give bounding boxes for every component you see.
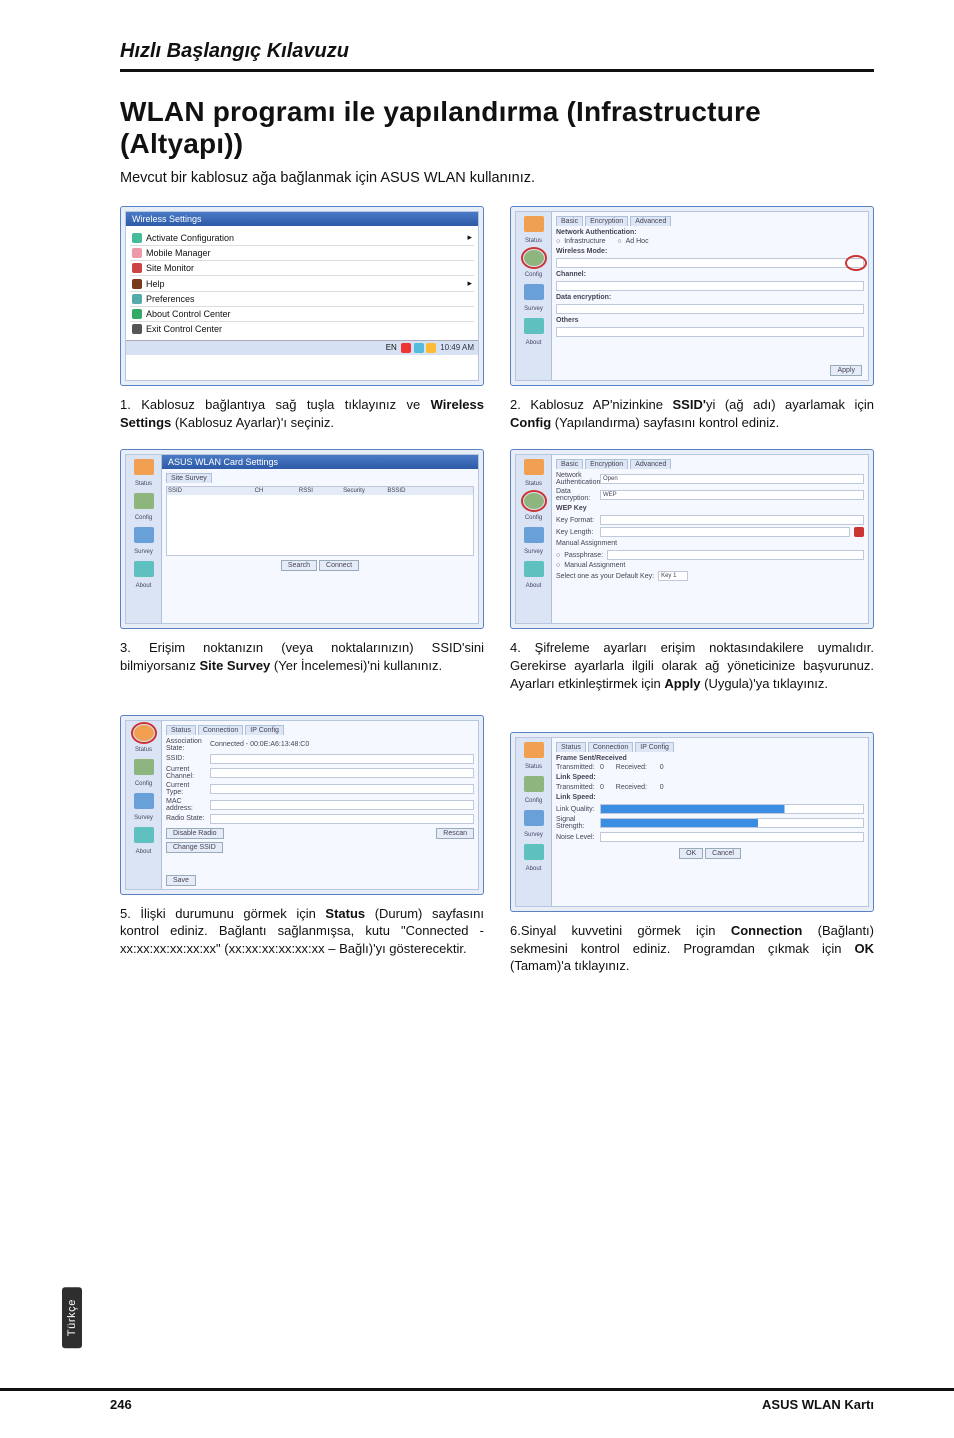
- side-status-icon[interactable]: [134, 459, 154, 475]
- keylen-select[interactable]: [600, 527, 850, 537]
- step3-text: 3. Erişim noktanızın (veya noktalarınızı…: [120, 639, 484, 674]
- tab-encryption[interactable]: Encryption: [585, 216, 628, 226]
- side-about-icon[interactable]: [524, 561, 544, 577]
- keyformat-select[interactable]: [600, 515, 864, 525]
- side-status-icon[interactable]: [134, 725, 154, 741]
- screenshot-site-survey: Status Config Survey About ASUS WLAN Car…: [120, 449, 484, 629]
- tray-icon[interactable]: [414, 343, 424, 353]
- ok-button[interactable]: OK: [679, 848, 703, 859]
- channel-select[interactable]: [556, 281, 864, 291]
- screenshot-config: Status Config Survey About Basic Encrypt…: [510, 206, 874, 386]
- lock-icon: [854, 527, 864, 537]
- side-survey-icon[interactable]: [134, 793, 154, 809]
- tab-ipconfig[interactable]: IP Config: [245, 725, 284, 735]
- side-survey-icon[interactable]: [524, 284, 544, 300]
- netauth-select[interactable]: Open: [600, 474, 864, 484]
- signal-strength-bar: [600, 818, 864, 828]
- side-status-icon[interactable]: [524, 459, 544, 475]
- main-title: WLAN programı ile yapılandırma (Infrastr…: [120, 96, 874, 160]
- dataenc-select[interactable]: WEP: [600, 490, 864, 500]
- menu-item-about[interactable]: About Control Center: [130, 307, 474, 322]
- tab-advanced[interactable]: Advanced: [630, 216, 671, 226]
- step1-text: 1. Kablosuz bağlantıya sağ tuşla tıklayı…: [120, 396, 484, 431]
- tab-basic[interactable]: Basic: [556, 459, 583, 469]
- disable-radio-button[interactable]: Disable Radio: [166, 828, 224, 839]
- menu-item-help[interactable]: Help▸: [130, 276, 474, 292]
- menu-item-mobile-manager[interactable]: Mobile Manager: [130, 246, 474, 261]
- rescan-button[interactable]: Rescan: [436, 828, 474, 839]
- menu-list: Activate Configuration▸ Mobile Manager S…: [126, 226, 478, 340]
- screenshot-status: Status Config Survey About Status Connec…: [120, 715, 484, 895]
- footer-title: ASUS WLAN Kartı: [762, 1397, 874, 1412]
- side-config-icon[interactable]: [134, 759, 154, 775]
- app-title: ASUS WLAN Card Settings: [162, 455, 478, 469]
- tab-advanced[interactable]: Advanced: [630, 459, 671, 469]
- side-about-icon[interactable]: [524, 844, 544, 860]
- side-status-icon[interactable]: [524, 216, 544, 232]
- header-rule: [120, 69, 874, 72]
- tab-encryption[interactable]: Encryption: [585, 459, 628, 469]
- apply-button[interactable]: Apply: [830, 365, 862, 376]
- menu-title: Wireless Settings: [126, 212, 478, 226]
- search-button[interactable]: Search: [281, 560, 317, 571]
- side-config-icon[interactable]: [134, 493, 154, 509]
- page-number: 246: [110, 1397, 132, 1412]
- tab-site-survey[interactable]: Site Survey: [166, 473, 212, 483]
- side-status-icon[interactable]: [524, 742, 544, 758]
- connect-button[interactable]: Connect: [319, 560, 359, 571]
- change-ssid-button[interactable]: Change SSID: [166, 842, 223, 853]
- side-config-icon[interactable]: [524, 493, 544, 509]
- other-select[interactable]: [556, 327, 864, 337]
- tab-ipconfig[interactable]: IP Config: [635, 742, 674, 752]
- screenshot-encryption: Status Config Survey About Basic Encrypt…: [510, 449, 874, 629]
- menu-item-activate[interactable]: Activate Configuration▸: [130, 230, 474, 246]
- link-quality-bar: [600, 804, 864, 814]
- tab-basic[interactable]: Basic: [556, 216, 583, 226]
- ssid-input[interactable]: [556, 258, 864, 268]
- side-about-icon[interactable]: [134, 827, 154, 843]
- system-tray: EN 10:49 AM: [126, 340, 478, 355]
- side-survey-icon[interactable]: [134, 527, 154, 543]
- page-header-title: Hızlı Başlangıç Kılavuzu: [120, 40, 874, 63]
- tray-icon[interactable]: [401, 343, 411, 353]
- side-config-icon[interactable]: [524, 250, 544, 266]
- save-button[interactable]: Save: [166, 875, 196, 886]
- side-about-icon[interactable]: [134, 561, 154, 577]
- intro-text: Mevcut bir kablosuz ağa bağlanmak için A…: [120, 170, 874, 186]
- cancel-button[interactable]: Cancel: [705, 848, 741, 859]
- side-config-icon[interactable]: [524, 776, 544, 792]
- noise-bar: [600, 832, 864, 842]
- tab-connection[interactable]: Connection: [588, 742, 633, 752]
- section-network-type: Network Authentication:: [556, 229, 864, 236]
- rate-select[interactable]: [556, 304, 864, 314]
- step4-text: 4. Şifreleme ayarları erişim noktasındak…: [510, 639, 874, 692]
- tab-status[interactable]: Status: [166, 725, 196, 735]
- step5-text: 5. İlişki durumunu görmek için Status (D…: [120, 905, 484, 958]
- side-about-icon[interactable]: [524, 318, 544, 334]
- tray-lang: EN: [386, 343, 397, 352]
- screenshot-connection: Status Config Survey About Status Connec…: [510, 732, 874, 912]
- menu-item-exit[interactable]: Exit Control Center: [130, 322, 474, 336]
- tab-status[interactable]: Status: [556, 742, 586, 752]
- tray-clock: 10:49 AM: [440, 343, 474, 352]
- page-footer: 246 ASUS WLAN Kartı: [0, 1388, 954, 1412]
- step2-text: 2. Kablosuz AP'nizinkine SSID'yi (ağ adı…: [510, 396, 874, 431]
- tab-connection[interactable]: Connection: [198, 725, 243, 735]
- side-survey-icon[interactable]: [524, 527, 544, 543]
- side-survey-icon[interactable]: [524, 810, 544, 826]
- step6-text: 6.Sinyal kuvvetini görmek için Connectio…: [510, 922, 874, 975]
- tray-icon[interactable]: [426, 343, 436, 353]
- menu-item-site-monitor[interactable]: Site Monitor: [130, 261, 474, 276]
- menu-item-preferences[interactable]: Preferences: [130, 292, 474, 307]
- screenshot-context-menu: Wireless Settings Activate Configuration…: [120, 206, 484, 386]
- language-tab: Türkçe: [62, 1287, 82, 1348]
